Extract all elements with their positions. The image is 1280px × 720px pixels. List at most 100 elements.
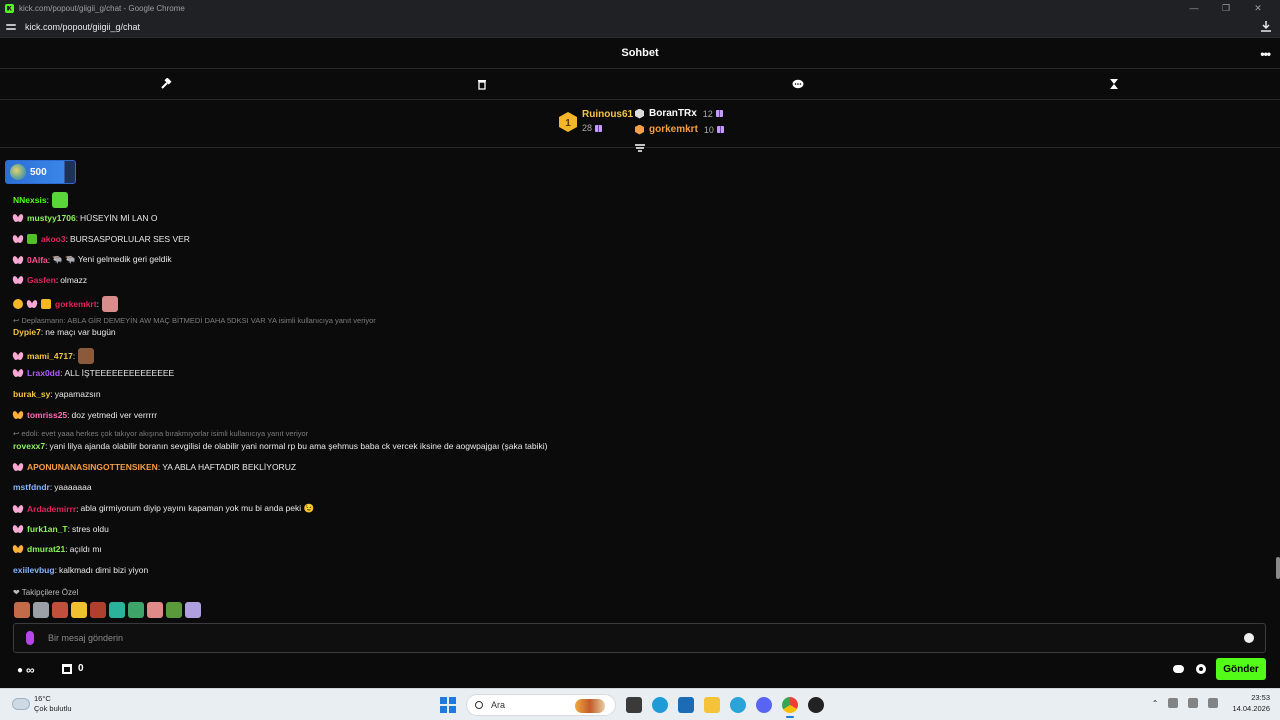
url-text[interactable]: kick.com/popout/giigii_g/chat xyxy=(25,22,140,32)
chat-message[interactable]: NNexsis: xyxy=(13,192,68,208)
clock[interactable]: 23:53 14.04.2026 xyxy=(1232,692,1270,714)
collapse-leaderboard-icon[interactable] xyxy=(634,143,646,153)
follower-emote-icon[interactable] xyxy=(52,602,68,618)
chat-message[interactable]: mstfdndr: yaaaaaaa xyxy=(13,482,92,492)
address-bar: kick.com/popout/giigii_g/chat xyxy=(0,16,1280,38)
emoji-picker-icon[interactable] xyxy=(1244,633,1254,643)
follower-emote-icon[interactable] xyxy=(147,602,163,618)
chrome-icon[interactable] xyxy=(782,697,798,718)
chat-message[interactable]: Gasfen: olmazz xyxy=(13,275,87,285)
hourglass-icon[interactable] xyxy=(1107,77,1121,91)
store-icon xyxy=(62,663,72,674)
send-button[interactable]: Gönder xyxy=(1216,658,1266,680)
site-settings-icon[interactable] xyxy=(6,22,18,32)
chat-message[interactable]: furk1an_T: stres oldu xyxy=(13,524,109,534)
message-username[interactable]: mstfdndr xyxy=(13,482,50,492)
store-indicator[interactable]: 0 xyxy=(62,663,84,674)
sub-goal-badge[interactable]: 500 xyxy=(5,160,76,184)
follower-emote-icon[interactable] xyxy=(128,602,144,618)
download-icon[interactable] xyxy=(1260,20,1272,33)
reply-context[interactable]: ↩ edoli: evet yaaa herkes çok takıyor ak… xyxy=(13,429,308,438)
message-username[interactable]: burak_sy xyxy=(13,389,50,399)
chat-message[interactable]: Lrax0dd: ALL İŞTEEEEEEEEEEEEEE xyxy=(13,368,174,378)
network-icon[interactable] xyxy=(1188,698,1199,708)
chat-message[interactable]: 0Alfa: 🐃 🐃 Yeni gelmedik geri geldik xyxy=(13,254,172,265)
followers-only-label: ❤ Takipçilere Özel xyxy=(13,588,79,597)
message-username[interactable]: exiilevbug xyxy=(13,565,55,575)
store-app-icon[interactable] xyxy=(678,697,694,713)
follower-emote-icon[interactable] xyxy=(166,602,182,618)
message-text: stres oldu xyxy=(72,524,109,534)
weather-widget[interactable]: 16°C Çok bulutlu xyxy=(10,694,72,714)
message-username[interactable]: tomriss25 xyxy=(27,410,67,420)
leader-second[interactable]: BoranTRx 12 xyxy=(635,108,723,119)
chat-message[interactable]: akoo3: BURSASPORLULAR SES VER xyxy=(13,234,190,244)
follower-emote-icon[interactable] xyxy=(14,602,30,618)
more-options-icon[interactable]: ••• xyxy=(1260,47,1271,61)
microphone-icon[interactable] xyxy=(26,631,34,645)
follower-emote-icon[interactable] xyxy=(33,602,49,618)
mic-tray-icon[interactable] xyxy=(1168,698,1179,708)
chat-message[interactable]: dmurat21: açıldı mı xyxy=(13,544,102,554)
message-username[interactable]: NNexsis xyxy=(13,195,47,205)
chat-settings-bubble-icon[interactable] xyxy=(1173,665,1184,673)
emote-icon[interactable] xyxy=(101,296,118,312)
chat-message[interactable]: exiilevbug: kalkmadı dimi bizi yiyon xyxy=(13,565,148,575)
follower-emote-icon[interactable] xyxy=(71,602,87,618)
trash-icon[interactable] xyxy=(475,77,489,91)
follower-emote-icon[interactable] xyxy=(90,602,106,618)
chat-message[interactable]: Dypie7: ne maçı var bugün xyxy=(13,327,116,337)
settings-app-icon[interactable] xyxy=(730,697,746,713)
task-view-icon[interactable] xyxy=(626,697,642,713)
message-username[interactable]: mustyy1706 xyxy=(27,213,76,223)
chat-input-box[interactable]: Bir mesaj gönderin xyxy=(13,623,1266,653)
follower-emote-icon[interactable] xyxy=(109,602,125,618)
minimize-button[interactable]: — xyxy=(1178,0,1210,16)
leader-third[interactable]: gorkemkrt 10 xyxy=(635,124,724,135)
chevron-up-icon[interactable]: ⌃ xyxy=(1152,699,1159,708)
message-username[interactable]: Lrax0dd xyxy=(27,368,60,378)
app-icon[interactable] xyxy=(808,697,824,713)
chat-message[interactable]: gorkemkrt: xyxy=(13,296,118,312)
hammer-icon[interactable] xyxy=(159,77,173,91)
chat-message[interactable]: APONUNANASINGOTTENSIKEN: YA ABLA HAFTADI… xyxy=(13,462,296,472)
search-icon xyxy=(475,701,483,709)
leader-first-name[interactable]: Ruinous61 xyxy=(582,109,633,120)
message-username[interactable]: Ardademirrr xyxy=(27,504,76,514)
taskbar-search[interactable]: Ara xyxy=(466,694,616,716)
message-input[interactable]: Bir mesaj gönderin xyxy=(48,633,123,643)
message-text: YA ABLA HAFTADIR BEKLİYORUZ xyxy=(162,462,297,472)
message-username[interactable]: rovexx7 xyxy=(13,441,45,451)
message-username[interactable]: Dypie7 xyxy=(13,327,41,337)
chat-bubble-icon[interactable] xyxy=(791,77,805,91)
message-username[interactable]: mami_4717 xyxy=(27,351,73,361)
reply-context[interactable]: ↩ Deplasmann: ABLA GİR DEMEYİN AW MAÇ Bİ… xyxy=(13,316,376,325)
close-button[interactable]: ✕ xyxy=(1242,0,1274,16)
chat-message[interactable]: mustyy1706: HÜSEYİN Mİ LAN O xyxy=(13,213,158,223)
follower-emote-icon[interactable] xyxy=(185,602,201,618)
chat-message[interactable]: rovexx7: yani lilya ajanda olabilir bora… xyxy=(13,441,548,451)
emote-icon[interactable] xyxy=(78,348,95,364)
chat-message[interactable]: burak_sy: yapamazsın xyxy=(13,389,101,399)
message-username[interactable]: Gasfen xyxy=(27,275,56,285)
discord-icon[interactable] xyxy=(756,697,772,713)
gear-icon[interactable] xyxy=(1196,664,1206,674)
message-username[interactable]: gorkemkrt xyxy=(55,299,97,309)
windows-start-icon[interactable] xyxy=(440,697,456,713)
scrollbar[interactable] xyxy=(1276,557,1280,579)
chat-message[interactable]: Ardademirrr: abla girmiyorum diyip yayın… xyxy=(13,503,314,514)
message-username[interactable]: APONUNANASINGOTTENSIKEN xyxy=(27,462,158,472)
gift-badge-icon xyxy=(41,299,51,309)
points-indicator[interactable]: ● ∞ xyxy=(17,663,35,677)
maximize-button[interactable]: ❐ xyxy=(1210,0,1242,16)
chat-message[interactable]: mami_4717: xyxy=(13,348,95,364)
edge-icon[interactable] xyxy=(652,697,668,713)
emote-icon[interactable] xyxy=(51,192,68,208)
volume-icon[interactable] xyxy=(1208,698,1219,708)
message-username[interactable]: akoo3 xyxy=(41,234,66,244)
file-explorer-icon[interactable] xyxy=(704,697,720,713)
message-username[interactable]: furk1an_T xyxy=(27,524,68,534)
message-username[interactable]: dmurat21 xyxy=(27,544,65,554)
chat-message[interactable]: tomriss25: doz yetmedi ver verrrrr xyxy=(13,410,157,420)
message-username[interactable]: 0Alfa xyxy=(27,255,48,265)
